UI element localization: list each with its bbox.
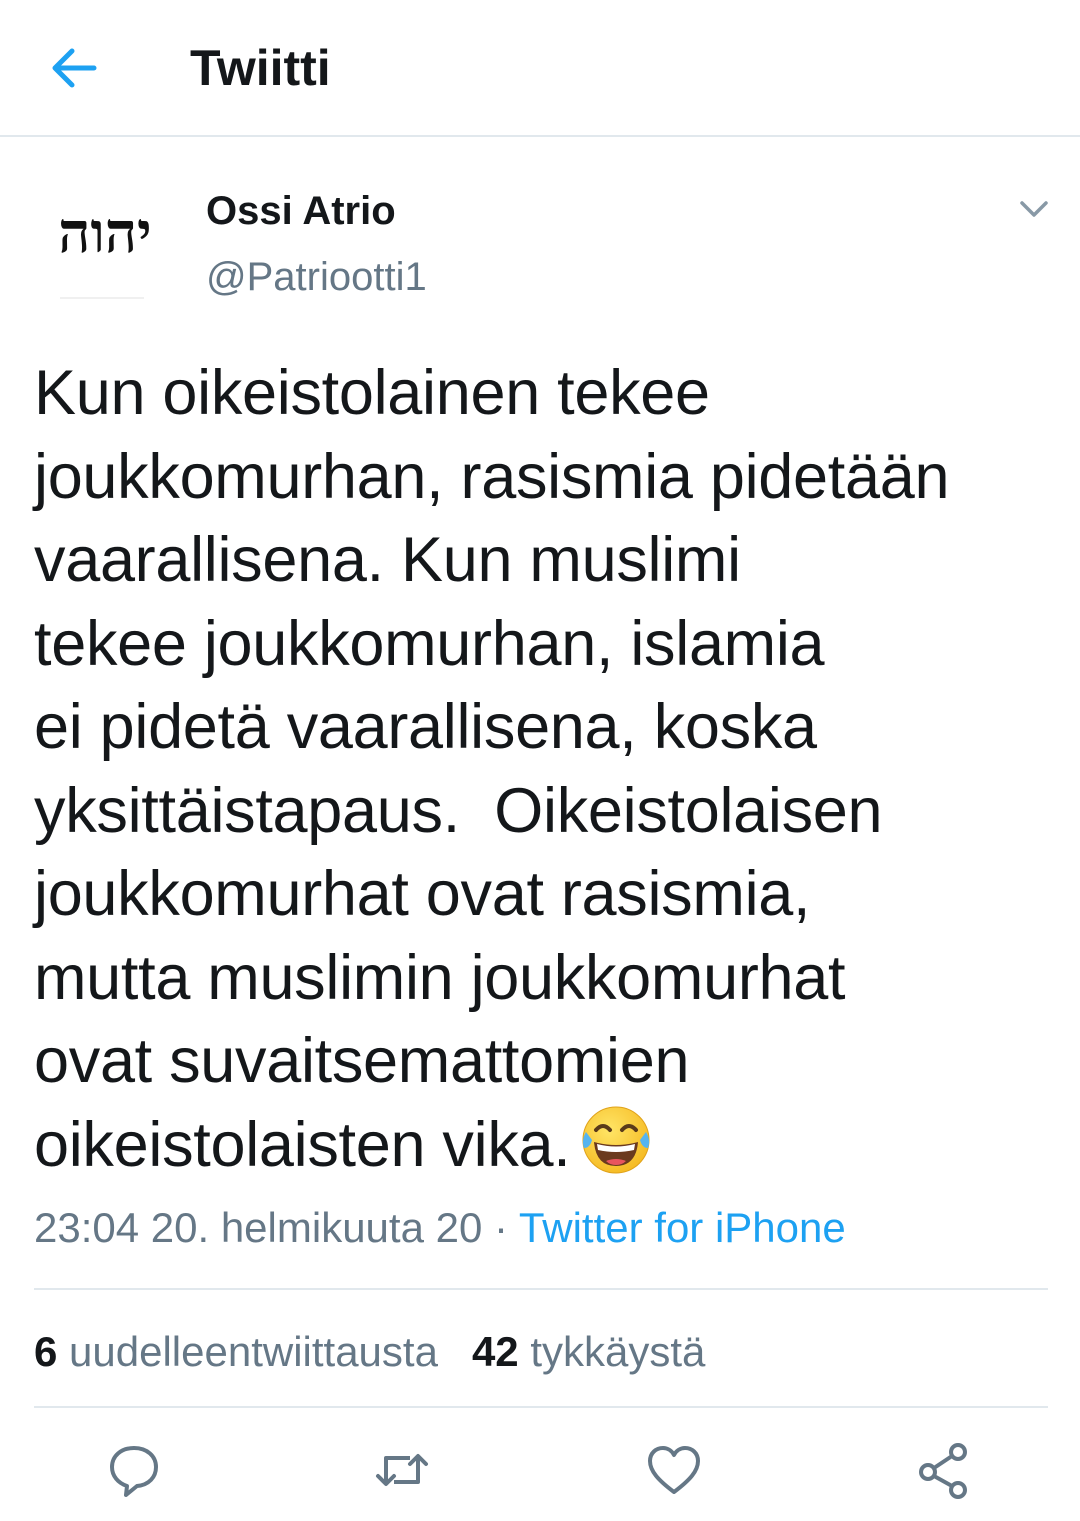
likes-stat[interactable]: 42 tykkäystä (472, 1328, 705, 1375)
divider (34, 1406, 1048, 1408)
tweet-line: mutta muslimin joukkomurhat (34, 942, 846, 1013)
tweet-line: yksittäistapaus. Oikeistolaisen (34, 775, 883, 846)
share-button[interactable] (914, 1440, 974, 1500)
tweet-menu-button[interactable] (1014, 194, 1054, 224)
likes-count: 42 (471, 1328, 519, 1375)
retweet-button[interactable] (372, 1440, 432, 1500)
tweet-line: joukkomurhan, rasismia pidetään (34, 441, 950, 512)
face-with-tears-of-joy-emoji (582, 1106, 650, 1173)
chevron-down-icon (1020, 201, 1048, 217)
avatar-text: יהוה (58, 200, 151, 266)
retweets-label: uudelleentwiittausta (69, 1328, 438, 1375)
retweets-count: 6 (34, 1328, 58, 1375)
top-bar: Twiitti (0, 0, 1080, 137)
tweet-timestamp: 23:04 20. helmikuuta 20 (34, 1204, 483, 1251)
reply-icon (110, 1446, 158, 1497)
tweet-meta: 23:04 20. helmikuuta 20 · Twitter for iP… (34, 1200, 846, 1256)
divider (34, 1288, 1048, 1290)
tweet-stats: 6 uudelleentwiittausta 42 tykkäystä (34, 1324, 705, 1380)
tweet-last-line: oikeistolaisten vika. (34, 1104, 1044, 1188)
share-icon (919, 1443, 967, 1499)
tweet-source-link[interactable]: Twitter for iPhone (519, 1204, 846, 1251)
tweet-line: oikeistolaisten vika. (34, 1109, 571, 1180)
avatar[interactable]: יהוה (30, 186, 180, 302)
retweets-stat[interactable]: 6 uudelleentwiittausta (34, 1328, 438, 1375)
tweet-line: ei pidetä vaarallisena, koska (34, 692, 817, 762)
author-name[interactable]: Ossi Atrio (206, 186, 396, 236)
heart-icon (648, 1446, 700, 1494)
tweet-line: Kun oikeistolainen tekee (34, 358, 710, 428)
reply-button[interactable] (104, 1440, 164, 1500)
meta-separator: · (494, 1204, 508, 1251)
back-button[interactable] (46, 40, 102, 96)
likes-label: tykkäystä (530, 1328, 706, 1375)
tweet-line: ovat suvaitsemattomien (34, 1026, 690, 1096)
page-title: Twiitti (190, 40, 331, 96)
author-handle[interactable]: @Patriootti1 (206, 252, 427, 302)
tweet-text: Kun oikeistolainen tekee joukkomurhan, r… (34, 352, 1044, 1187)
tweet-line: joukkomurhat ovat rasismia, (34, 859, 811, 929)
tweet-line: tekee joukkomurhan, islamia (34, 608, 825, 679)
tweet-line: vaarallisena. Kun muslimi (34, 525, 741, 595)
arrow-left-icon (52, 48, 97, 88)
retweet-icon (376, 1454, 428, 1486)
like-button[interactable] (644, 1440, 704, 1500)
